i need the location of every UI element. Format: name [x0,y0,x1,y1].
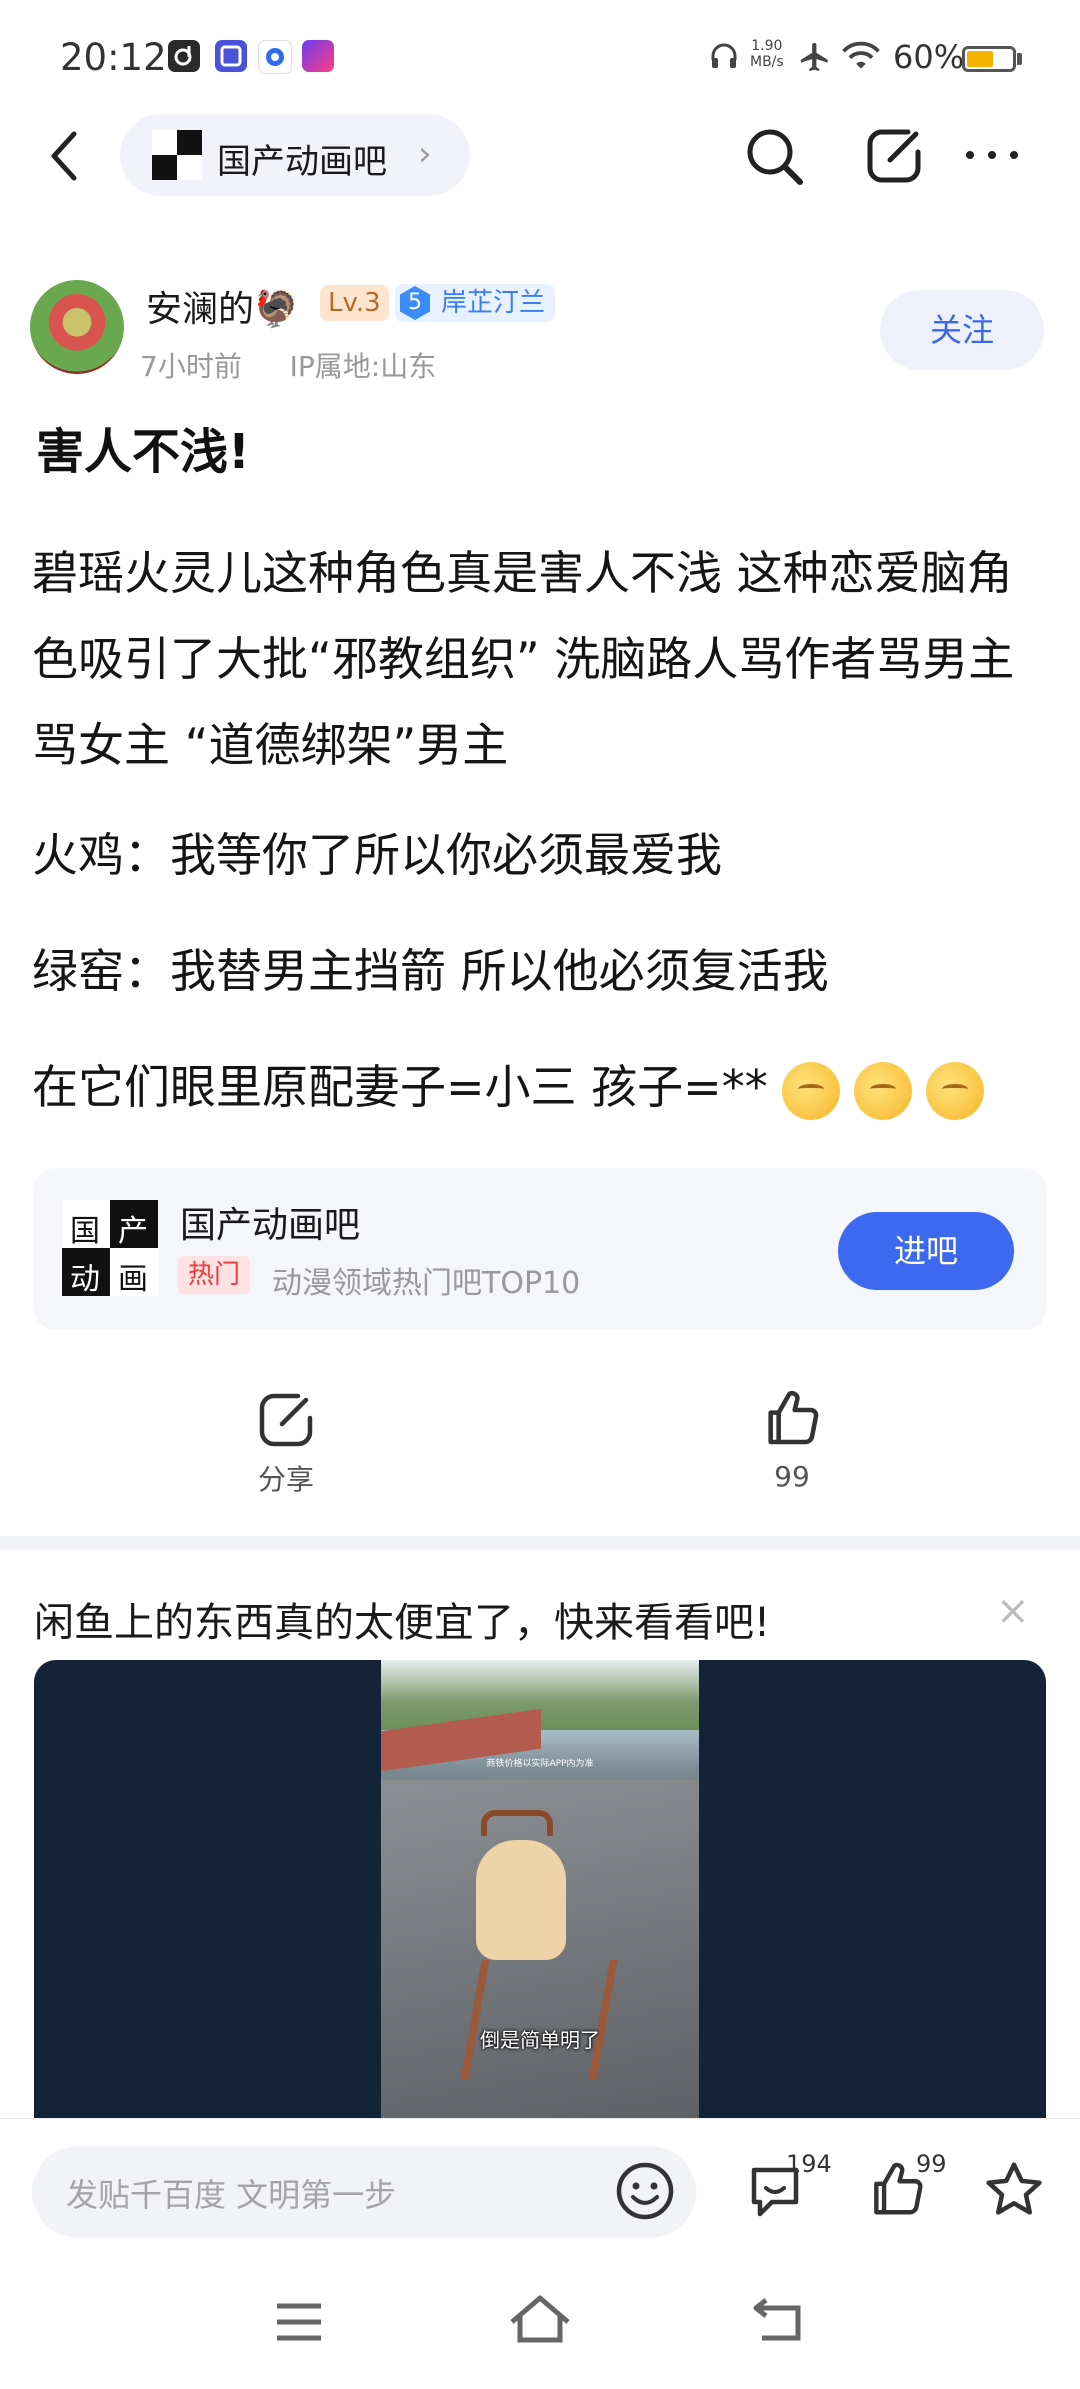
status-time: 20:12 [60,36,167,79]
battery-tip [1017,53,1022,65]
post-time: 7小时前 [140,350,242,383]
post-ip: IP属地:山东 [289,350,437,383]
chevron-right-icon: › [418,134,432,174]
section-divider [0,1536,1080,1550]
logo-char: 动 [70,1262,100,1297]
app-icon-douyin [168,40,200,72]
reply-input-placeholder[interactable]: 发贴千百度 文明第一步 [66,2170,396,2216]
app-icon-tieba [215,40,247,72]
close-icon[interactable]: × [996,1588,1030,1634]
post-paragraph: 绿窑：我替男主挡箭 所以他必须复活我 [32,944,829,998]
ad-title[interactable]: 闲鱼上的东西真的太便宜了，快来看看吧! [34,1590,770,1648]
stroller-seat [476,1840,566,1960]
home-icon[interactable] [508,2294,572,2350]
net-speed: 1.90 MB/s [750,38,784,70]
video-caption: 倒是简单明了 [480,2028,600,2052]
enter-forum-button[interactable]: 进吧 [838,1212,1014,1290]
stroller-handle [481,1810,553,1836]
logo-char: 画 [118,1262,148,1297]
ad-video-frame[interactable]: 商铁价格以实际APP内为准 倒是简单明了 [381,1660,699,2120]
author-name[interactable]: 安澜的🦃 [146,280,299,332]
post-paragraph: 火鸡：我等你了所以你必须最爱我 [32,828,722,882]
forum-card-description: 动漫领域热门吧TOP10 [272,1266,581,1301]
logo-char: 国 [70,1214,100,1249]
video-subtitle-small: 商铁价格以实际APP内为准 [486,1759,594,1769]
thumbs-up-icon[interactable] [760,1386,824,1454]
forum-logo: 国 产 动 画 [62,1200,158,1297]
post-title: 害人不浅! [36,424,250,480]
hot-badge: 热门 [178,1256,251,1294]
menu-icon[interactable] [274,2300,324,2348]
shush-emoji-icon [925,1061,984,1120]
back-nav-icon[interactable] [752,2296,808,2348]
follow-button[interactable]: 关注 [880,290,1044,370]
battery-percent: 60% [893,38,965,76]
app-icon-video [302,40,334,72]
battery-icon [962,46,1016,72]
shush-emoji-icon [781,1061,840,1120]
more-icon[interactable] [962,140,1022,174]
share-label[interactable]: 分享 [226,1458,346,1498]
app-icon-circle [258,40,292,74]
share-edit-icon[interactable] [864,124,926,190]
post-paragraph-last: 在它们眼里原配妻子=小三 孩子=** [32,1044,1052,1130]
stroller-frame [460,1960,618,2080]
like-count-bottom: 99 [916,2150,947,2178]
avatar[interactable] [30,280,124,374]
search-icon[interactable] [742,124,806,192]
emoji-icon[interactable] [614,2160,676,2226]
star-icon[interactable] [982,2158,1046,2226]
post-meta: 7小时前 IP属地:山东 [140,345,436,385]
wifi-icon [842,40,880,76]
like-count: 99 [774,1460,810,1493]
forum-name[interactable]: 国产动画吧 [217,134,387,183]
level-badge: Lv.3 [320,285,389,321]
post-paragraph: 碧瑶火灵儿这种角色真是害人不浅 这种恋爱脑角色吸引了大批“邪教组织” 洗脑路人骂… [32,546,1015,772]
headphones-icon [708,40,740,76]
shush-emoji-icon [853,1061,912,1120]
share-icon[interactable] [256,1390,316,1454]
forum-logo-small [152,130,202,180]
forum-card-name: 国产动画吧 [180,1205,361,1246]
logo-char: 产 [118,1214,148,1249]
back-icon[interactable] [44,126,84,190]
comment-count: 194 [786,2150,832,2178]
airplane-icon [798,40,832,78]
post-paragraph-text: 在它们眼里原配妻子=小三 孩子=** [32,1060,768,1114]
